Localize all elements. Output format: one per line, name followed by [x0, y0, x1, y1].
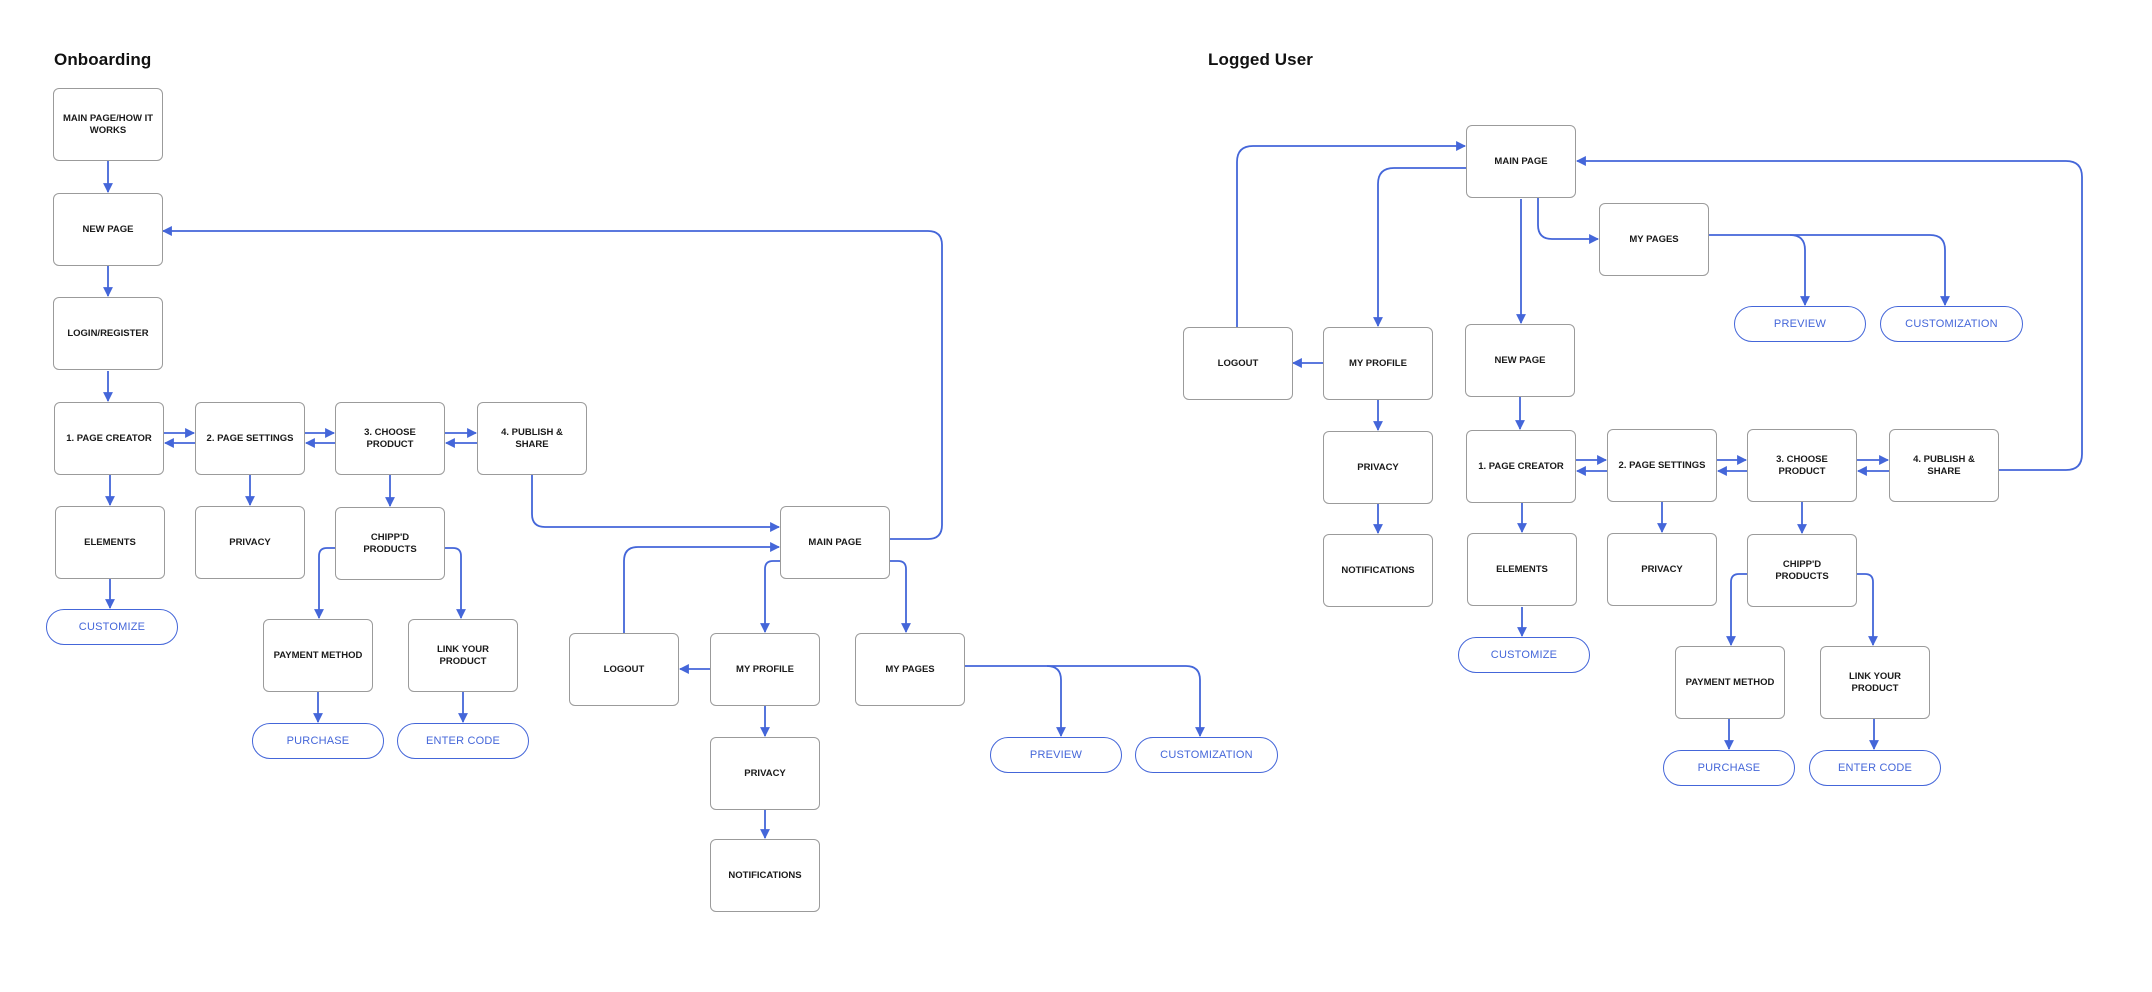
lu-node-page-settings[interactable]: 2. PAGE SETTINGS [1607, 429, 1717, 502]
node-label: NEW PAGE [1494, 354, 1546, 366]
lu-action-preview[interactable]: PREVIEW [1734, 306, 1866, 342]
lu-node-my-pages[interactable]: MY PAGES [1599, 203, 1709, 276]
node-notifications[interactable]: NOTIFICATIONS [710, 839, 820, 912]
node-page-creator[interactable]: 1. PAGE CREATOR [54, 402, 164, 475]
lu-node-notifications[interactable]: NOTIFICATIONS [1323, 534, 1433, 607]
node-label: 1. PAGE CREATOR [1478, 460, 1564, 472]
node-label: LINK YOUR PRODUCT [436, 643, 490, 667]
node-label: LOGOUT [1217, 357, 1259, 369]
node-label: LINK YOUR PRODUCT [1848, 670, 1902, 694]
lu-node-publish-share[interactable]: 4. PUBLISH & SHARE [1889, 429, 1999, 502]
node-label: CHIPP'D PRODUCTS [1775, 558, 1829, 582]
node-link-your-product[interactable]: LINK YOUR PRODUCT [408, 619, 518, 692]
lu-action-enter-code[interactable]: ENTER CODE [1809, 750, 1941, 786]
node-label: ELEMENTS [84, 536, 136, 548]
node-label: 2. PAGE SETTINGS [206, 432, 294, 444]
lu-node-main-page[interactable]: MAIN PAGE [1466, 125, 1576, 198]
lu-action-customization[interactable]: CUSTOMIZATION [1880, 306, 2023, 342]
lu-node-chippd-products[interactable]: CHIPP'D PRODUCTS [1747, 534, 1857, 607]
node-label: LOGOUT [603, 663, 645, 675]
node-label: LOGIN/REGISTER [67, 327, 149, 339]
connector-chippd-to-payment [314, 547, 335, 619]
node-label: 4. PUBLISH & SHARE [1913, 453, 1975, 477]
node-privacy[interactable]: PRIVACY [195, 506, 305, 579]
node-label: PAYMENT METHOD [273, 649, 363, 661]
action-enter-code[interactable]: ENTER CODE [397, 723, 529, 759]
node-label: MY PAGES [1629, 233, 1679, 245]
node-label: NEW PAGE [82, 223, 134, 235]
node-login-register[interactable]: LOGIN/REGISTER [53, 297, 163, 370]
lu-node-page-creator[interactable]: 1. PAGE CREATOR [1466, 430, 1576, 503]
node-page-settings[interactable]: 2. PAGE SETTINGS [195, 402, 305, 475]
action-customization[interactable]: CUSTOMIZATION [1135, 737, 1278, 773]
node-label: MAIN PAGE/HOW IT WORKS [62, 112, 154, 136]
node-label: PRIVACY [229, 536, 271, 548]
node-chippd-products[interactable]: CHIPP'D PRODUCTS [335, 507, 445, 580]
action-purchase[interactable]: PURCHASE [252, 723, 384, 759]
lu-connector-my-pages-to-customization [1790, 234, 1950, 306]
node-label: MY PAGES [885, 663, 935, 675]
lu-node-privacy[interactable]: PRIVACY [1607, 533, 1717, 606]
connector-logout-to-main-page [623, 542, 780, 633]
node-label: NOTIFICATIONS [728, 869, 802, 881]
node-label: MY PROFILE [1349, 357, 1407, 369]
lu-node-elements[interactable]: ELEMENTS [1467, 533, 1577, 606]
lu-node-my-profile[interactable]: MY PROFILE [1323, 327, 1433, 400]
node-label: MAIN PAGE [1494, 155, 1548, 167]
node-label: 3. CHOOSE PRODUCT [1776, 453, 1828, 477]
node-label: CHIPP'D PRODUCTS [363, 531, 417, 555]
node-label: 1. PAGE CREATOR [66, 432, 152, 444]
lu-node-new-page[interactable]: NEW PAGE [1465, 324, 1575, 397]
flow-diagram-canvas: Onboarding MAIN PAGE/HOW IT WORKS NEW PA… [0, 0, 2152, 992]
lu-node-logout[interactable]: LOGOUT [1183, 327, 1293, 400]
connector-main-page-loop-to-new-page [162, 226, 943, 540]
node-label: MAIN PAGE [808, 536, 862, 548]
node-label: PRIVACY [1357, 461, 1399, 473]
lu-node-profile-privacy[interactable]: PRIVACY [1323, 431, 1433, 504]
lu-connector-main-page-to-my-pages [1537, 198, 1599, 244]
node-my-pages[interactable]: MY PAGES [855, 633, 965, 706]
lu-action-purchase[interactable]: PURCHASE [1663, 750, 1795, 786]
section-title-onboarding: Onboarding [54, 50, 152, 69]
node-label: ELEMENTS [1496, 563, 1548, 575]
action-customize[interactable]: CUSTOMIZE [46, 609, 178, 645]
lu-node-link-your-product[interactable]: LINK YOUR PRODUCT [1820, 646, 1930, 719]
node-elements[interactable]: ELEMENTS [55, 506, 165, 579]
node-label: MY PROFILE [736, 663, 794, 675]
lu-action-customize[interactable]: CUSTOMIZE [1458, 637, 1590, 673]
lu-connector-chippd-to-payment [1726, 573, 1747, 646]
node-label: 4. PUBLISH & SHARE [501, 426, 563, 450]
node-label: PAYMENT METHOD [1685, 676, 1775, 688]
lu-connector-my-pages-to-preview [1709, 234, 1810, 306]
node-label: NOTIFICATIONS [1341, 564, 1415, 576]
lu-node-payment-method[interactable]: PAYMENT METHOD [1675, 646, 1785, 719]
section-title-logged-user: Logged User [1208, 50, 1314, 69]
action-preview[interactable]: PREVIEW [990, 737, 1122, 773]
node-main-page-how-it-works[interactable]: MAIN PAGE/HOW IT WORKS [53, 88, 163, 161]
connector-chippd-to-link [445, 547, 466, 619]
node-label: PRIVACY [1641, 563, 1683, 575]
connector-publish-to-main-page [531, 475, 780, 532]
node-payment-method[interactable]: PAYMENT METHOD [263, 619, 373, 692]
lu-connector-logout-to-main-page [1236, 141, 1466, 327]
node-label: 2. PAGE SETTINGS [1618, 459, 1706, 471]
node-label: PRIVACY [744, 767, 786, 779]
lu-connector-main-page-to-my-profile [1373, 167, 1466, 327]
node-profile-privacy[interactable]: PRIVACY [710, 737, 820, 810]
node-main-page[interactable]: MAIN PAGE [780, 506, 890, 579]
connector-main-page-to-my-profile [760, 560, 780, 633]
node-new-page[interactable]: NEW PAGE [53, 193, 163, 266]
lu-connector-chippd-to-link [1857, 573, 1878, 646]
node-logout[interactable]: LOGOUT [569, 633, 679, 706]
node-choose-product[interactable]: 3. CHOOSE PRODUCT [335, 402, 445, 475]
connector-main-page-to-my-pages [889, 560, 911, 633]
node-my-profile[interactable]: MY PROFILE [710, 633, 820, 706]
lu-node-choose-product[interactable]: 3. CHOOSE PRODUCT [1747, 429, 1857, 502]
node-label: 3. CHOOSE PRODUCT [364, 426, 416, 450]
connector-my-pages-to-preview [965, 665, 1066, 737]
node-publish-share[interactable]: 4. PUBLISH & SHARE [477, 402, 587, 475]
connector-my-pages-to-customization [1047, 665, 1205, 737]
